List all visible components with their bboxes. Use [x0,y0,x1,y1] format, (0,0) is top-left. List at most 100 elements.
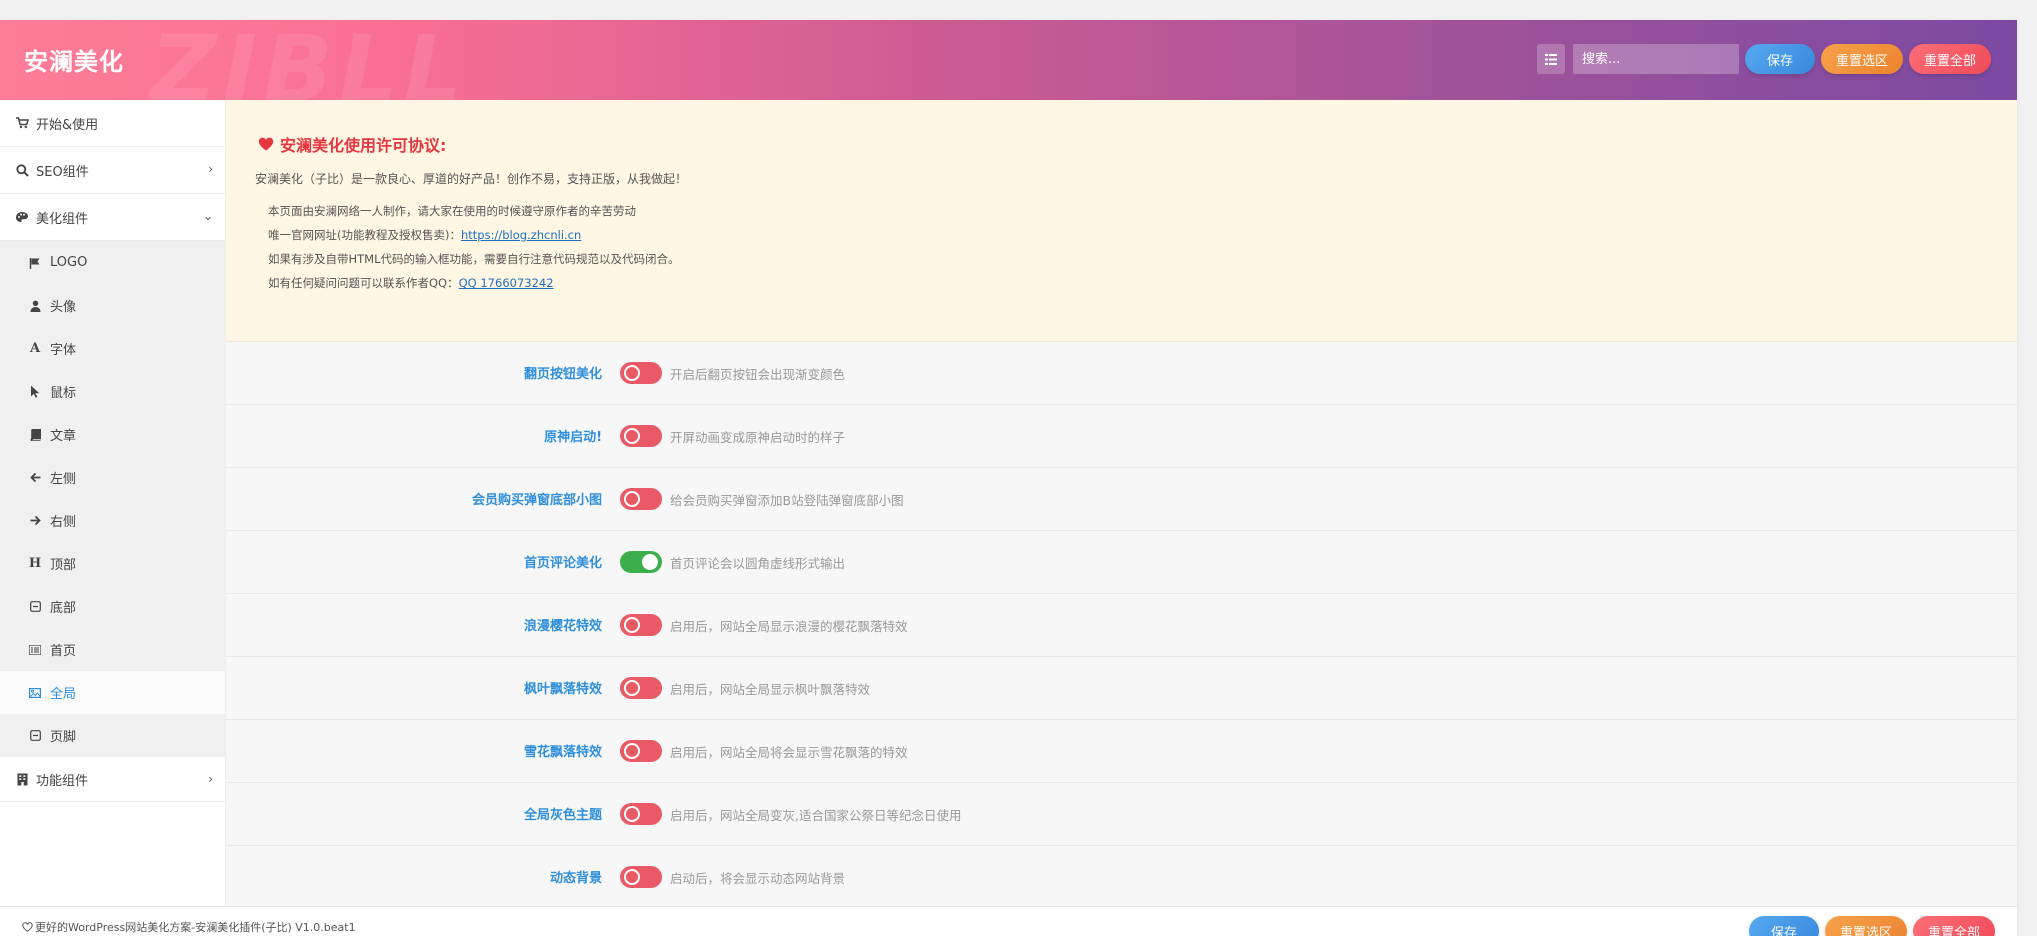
sidebar-sub-avatar[interactable]: 头像 [0,284,225,327]
setting-row: 浪漫樱花特效 启用后，网站全局显示浪漫的樱花飘落特效 [226,594,2017,657]
toggle-knob [624,869,640,885]
main-content: 安澜美化使用许可协议: 安澜美化（子比）是一款良心、厚道的好产品！创作不易，支持… [226,100,2017,909]
sidebar-sub-label: 字体 [50,343,77,358]
sidebar-item-beautify[interactable]: 美化组件 ⌄ [0,194,225,241]
sidebar-sub-logo[interactable]: LOGO [0,241,225,284]
setting-row: 全局灰色主题 启用后，网站全局变灰,适合国家公祭日等纪念日使用 [226,783,2017,846]
sidebar-sub-right[interactable]: 右侧 [0,499,225,542]
expand-all-button[interactable] [1537,44,1565,74]
setting-row: 会员购买弹窗底部小图 给会员购买弹窗添加B站登陆弹窗底部小图 [226,468,2017,531]
image-icon [28,686,42,700]
notice-line: 如有任何疑问问题可以联系作者QQ：QQ 1766073242 [268,275,554,291]
sidebar-item-features[interactable]: 功能组件 › [0,757,225,802]
sidebar-sub-article[interactable]: 文章 [0,413,225,456]
setting-description: 启用后，网站全局将会显示雪花飘落的特效 [670,745,908,760]
license-notice: 安澜美化使用许可协议: 安澜美化（子比）是一款良心、厚道的好产品！创作不易，支持… [226,100,2017,342]
sidebar-item-label: 美化组件 [36,211,89,227]
author-qq-link[interactable]: QQ 1766073242 [459,276,554,290]
search-icon [15,163,29,177]
sidebar-sub-label: 顶部 [50,558,77,573]
sidebar-sub-label: 页脚 [50,730,77,745]
sidebar-sub-home[interactable]: 首页 [0,628,225,671]
sidebar-sub-label: 左侧 [50,472,77,487]
toggle-knob [624,365,640,381]
setting-row: 雪花飘落特效 启用后，网站全局将会显示雪花飘落的特效 [226,720,2017,783]
footer-credit-text: 更好的WordPress网站美化方案-安澜美化插件(子比) V1.0.beat1 [35,921,356,934]
footer-toolbar: 保存 重置选区 重置全部 [1749,916,1995,936]
setting-description: 给会员购买弹窗添加B站登陆弹窗底部小图 [670,493,904,508]
notice-line: 本页面由安澜网络一人制作，请大家在使用的时候遵守原作者的辛苦劳动 [268,204,636,218]
setting-toggle[interactable] [620,866,662,888]
setting-toggle[interactable] [620,488,662,510]
footer-save-button[interactable]: 保存 [1749,916,1819,936]
sidebar-item-start[interactable]: 开始&使用 [0,100,225,147]
setting-toggle[interactable] [620,803,662,825]
toggle-knob [624,806,640,822]
footer-reset-all-button[interactable]: 重置全部 [1913,916,1995,936]
setting-toggle[interactable] [620,425,662,447]
setting-toggle[interactable] [620,740,662,762]
setting-row: 原神启动! 开屏动画变成原神启动时的样子 [226,405,2017,468]
sidebar-sub-cursor[interactable]: 鼠标 [0,370,225,413]
notice-title-text: 安澜美化使用许可协议: [280,136,447,155]
user-icon [28,299,42,313]
save-button[interactable]: 保存 [1745,44,1815,74]
setting-row: 翻页按钮美化 开启后翻页按钮会出现渐变颜色 [226,342,2017,405]
setting-description: 启动后，将会显示动态网站背景 [670,871,846,886]
palette-icon [15,210,29,224]
sidebar-item-label: SEO组件 [36,164,89,180]
setting-toggle[interactable] [620,677,662,699]
header-watermark: ZIBLL [150,20,469,100]
font-icon: A [29,341,41,356]
list-expand-icon [1545,53,1557,65]
setting-row: 枫叶飘落特效 启用后，网站全局显示枫叶飘落特效 [226,657,2017,720]
toggle-knob [624,743,640,759]
chevron-right-icon: › [208,772,213,786]
setting-label: 浪漫樱花特效 [523,619,602,634]
arrow-right-icon [28,514,42,528]
flag-icon [28,256,42,270]
search-input[interactable] [1573,44,1739,74]
sidebar-sub-label: 文章 [50,429,77,444]
reset-all-button[interactable]: 重置全部 [1909,44,1991,74]
chevron-down-icon: ⌄ [202,209,213,223]
setting-label: 枫叶飘落特效 [523,682,602,697]
chevron-right-icon: › [208,162,213,176]
setting-toggle[interactable] [620,362,662,384]
sidebar-sub-bottom[interactable]: 底部 [0,585,225,628]
setting-description: 开启后翻页按钮会出现渐变颜色 [670,367,846,382]
sidebar-sub-label: 鼠标 [50,386,77,401]
setting-toggle[interactable] [620,614,662,636]
page-title: 安澜美化 [24,48,124,76]
sidebar-sub-global[interactable]: 全局 [0,671,225,714]
toggle-knob [624,617,640,633]
notice-line: 唯一官网网址(功能教程及授权售卖)：https://blog.zhcnli.cn [268,227,581,243]
sidebar-sub-left[interactable]: 左侧 [0,456,225,499]
setting-label: 原神启动! [544,430,602,445]
sidebar-sub-font[interactable]: A 字体 [0,327,225,370]
official-site-link[interactable]: https://blog.zhcnli.cn [461,228,581,242]
sidebar-sub-footer[interactable]: 页脚 [0,714,225,757]
footer-bar: 更好的WordPress网站美化方案-安澜美化插件(子比) V1.0.beat1… [0,906,2017,936]
setting-label: 全局灰色主题 [523,808,602,823]
footer-reset-section-button[interactable]: 重置选区 [1825,916,1907,936]
cursor-icon [28,385,42,399]
setting-label: 动态背景 [549,871,602,886]
sidebar-sub-top[interactable]: H 顶部 [0,542,225,585]
sidebar-item-seo[interactable]: SEO组件 › [0,147,225,194]
sidebar: 开始&使用 SEO组件 › 美化组件 ⌄ LOGO 头像 A 字体 鼠标 文章 … [0,100,226,906]
square-minus-icon [28,600,42,614]
setting-toggle[interactable] [620,551,662,573]
sidebar-item-label: 功能组件 [36,773,89,789]
setting-label: 翻页按钮美化 [523,367,602,382]
setting-label: 会员购买弹窗底部小图 [471,493,602,508]
cart-icon [15,116,29,130]
footer-credit: 更好的WordPress网站美化方案-安澜美化插件(子比) V1.0.beat1 [22,919,356,935]
header-bar: ZIBLL 安澜美化 保存 重置选区 重置全部 [0,20,2017,100]
heart-icon [258,137,274,151]
toggle-knob [624,491,640,507]
sidebar-sub-label: LOGO [50,255,88,270]
book-icon [28,428,42,442]
sidebar-sub-label: 首页 [50,644,77,659]
reset-section-button[interactable]: 重置选区 [1821,44,1903,74]
